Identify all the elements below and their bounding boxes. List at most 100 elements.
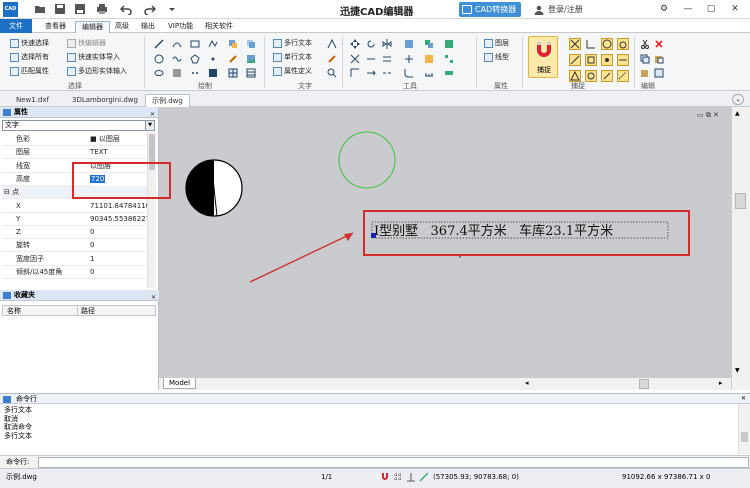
property-value[interactable]: 90345.553862273 <box>90 213 148 226</box>
menu-file[interactable]: 文件 <box>0 19 32 33</box>
open-file-icon[interactable] <box>34 3 46 15</box>
property-value[interactable]: 0 <box>90 226 148 239</box>
scale-icon[interactable] <box>350 68 360 78</box>
snap-node-icon[interactable] <box>585 70 597 82</box>
property-value[interactable]: ■ 以图层 <box>90 133 148 146</box>
menu-output[interactable]: 输出 <box>135 21 161 33</box>
hatch-icon[interactable] <box>172 68 182 78</box>
tab-example[interactable]: 示例.dwg <box>145 94 190 107</box>
grid-toggle-icon[interactable] <box>393 472 403 482</box>
minimize-button[interactable]: — <box>680 2 696 16</box>
text-edit-icon[interactable] <box>327 54 337 64</box>
maximize-button[interactable]: ▢ <box>703 2 719 16</box>
line-icon[interactable] <box>154 39 164 49</box>
cad-converter-button[interactable]: CAD转换器 <box>459 2 521 17</box>
measure-icon[interactable] <box>424 68 434 78</box>
offset-icon[interactable] <box>382 54 392 64</box>
property-row[interactable]: 倾斜/以45度角 0 <box>2 266 147 279</box>
green-circle[interactable] <box>338 131 396 189</box>
menu-vip[interactable]: VIP功能 <box>162 21 199 33</box>
delete-icon[interactable] <box>654 39 664 49</box>
property-row[interactable]: 色彩 ■ 以图层 <box>2 133 147 146</box>
snap-intersection-icon[interactable] <box>569 54 581 66</box>
snap-insert-icon[interactable] <box>601 54 613 66</box>
property-row[interactable]: 图层 TEXT <box>2 146 148 160</box>
quick-access-dropdown-icon[interactable] <box>166 3 178 15</box>
block-editor-button[interactable]: 快编辑器 <box>67 38 106 48</box>
property-value[interactable]: TEXT <box>90 146 148 159</box>
cut-icon[interactable] <box>640 39 650 49</box>
break-icon[interactable] <box>382 68 392 78</box>
move-icon[interactable] <box>350 39 360 49</box>
quick-entity-import-button[interactable]: 快速实体导入 <box>67 52 120 62</box>
vertical-scrollbar[interactable]: ▲ ▼ <box>731 107 750 390</box>
group-icon[interactable] <box>424 39 434 49</box>
snap-parallel-icon[interactable] <box>601 70 613 82</box>
tab-3dlamborgini[interactable]: 3DLamborgini.dwg <box>66 94 144 107</box>
mirror-icon[interactable] <box>382 39 392 49</box>
command-scrollbar[interactable] <box>738 404 750 454</box>
pencil-icon[interactable] <box>228 54 238 64</box>
column-name[interactable]: 名称 <box>7 306 21 316</box>
spline-icon[interactable] <box>172 54 182 64</box>
table-icon[interactable] <box>228 68 238 78</box>
snap-center-icon[interactable] <box>601 38 613 50</box>
join-icon[interactable] <box>424 54 434 64</box>
extend-icon[interactable] <box>366 54 376 64</box>
image-icon[interactable] <box>246 54 256 64</box>
snap-endpoint-icon[interactable] <box>569 38 581 50</box>
print-icon[interactable] <box>96 3 108 15</box>
clipboard-icon[interactable] <box>640 68 650 78</box>
scroll-thumb[interactable] <box>735 193 746 209</box>
point-icon[interactable] <box>208 54 218 64</box>
paste-icon[interactable] <box>654 54 664 64</box>
attribute-definition-button[interactable]: 属性定义 <box>273 66 312 76</box>
array-icon[interactable] <box>444 54 454 64</box>
grid-icon[interactable] <box>246 68 256 78</box>
menu-advanced[interactable]: 高级 <box>109 21 135 33</box>
property-row[interactable]: 旋转 0 <box>2 239 147 253</box>
snap-tangent-icon[interactable] <box>617 38 629 50</box>
scroll-left-icon[interactable]: ◂ <box>525 379 529 387</box>
copy-entity-icon[interactable] <box>246 39 256 49</box>
redo-icon[interactable] <box>144 3 156 15</box>
layers-button[interactable]: 图层 <box>484 38 509 48</box>
column-path[interactable]: 路径 <box>77 306 95 316</box>
mtext-button[interactable]: 多行文本 <box>273 38 312 48</box>
ortho-toggle-icon[interactable] <box>406 472 416 482</box>
property-row[interactable]: Z0 <box>2 226 148 240</box>
property-value[interactable]: 71101.847841101 <box>90 200 148 213</box>
explode-icon[interactable] <box>404 54 414 64</box>
scroll-up-icon[interactable]: ▲ <box>735 110 740 117</box>
horizontal-scroll-thumb[interactable] <box>639 379 649 389</box>
erase-tool-icon[interactable] <box>444 68 454 78</box>
fillet-icon[interactable] <box>404 68 414 78</box>
snap-nearest-icon[interactable] <box>617 54 629 66</box>
rotate-icon[interactable] <box>366 39 376 49</box>
tab-new1[interactable]: New1.dxf <box>10 94 55 107</box>
login-link[interactable]: 登录/注册 <box>534 4 583 15</box>
scroll-thumb[interactable] <box>741 432 748 442</box>
menu-related-software[interactable]: 相关软件 <box>199 21 239 33</box>
half-black-circle[interactable] <box>185 159 243 217</box>
snap-button[interactable]: 捕捉 <box>528 36 558 78</box>
properties-scrollbar[interactable] <box>147 132 156 288</box>
property-value[interactable]: 0 <box>90 266 148 279</box>
fill-icon[interactable] <box>208 68 218 78</box>
save-as-icon[interactable] <box>74 3 86 15</box>
arc-icon[interactable] <box>172 39 182 49</box>
circle-icon[interactable] <box>154 54 164 64</box>
scroll-right-icon[interactable]: ▸ <box>719 379 723 387</box>
rectangle-icon[interactable] <box>190 39 200 49</box>
stretch-icon[interactable] <box>366 68 376 78</box>
polygon-entity-input-button[interactable]: 多边形实体输入 <box>67 66 127 76</box>
undo-icon[interactable] <box>120 3 132 15</box>
dots-icon[interactable] <box>190 68 200 78</box>
copy-icon[interactable] <box>640 54 650 64</box>
quick-select-button[interactable]: 快速选择 <box>10 38 49 48</box>
canvas-window-controls[interactable]: ▭ ⧉ ✕ <box>697 111 719 120</box>
text-style-icon[interactable] <box>327 39 337 49</box>
polygon-draw-icon[interactable] <box>190 54 200 64</box>
snap-extension-icon[interactable] <box>617 70 629 82</box>
snap-quadrant-icon[interactable] <box>585 54 597 66</box>
